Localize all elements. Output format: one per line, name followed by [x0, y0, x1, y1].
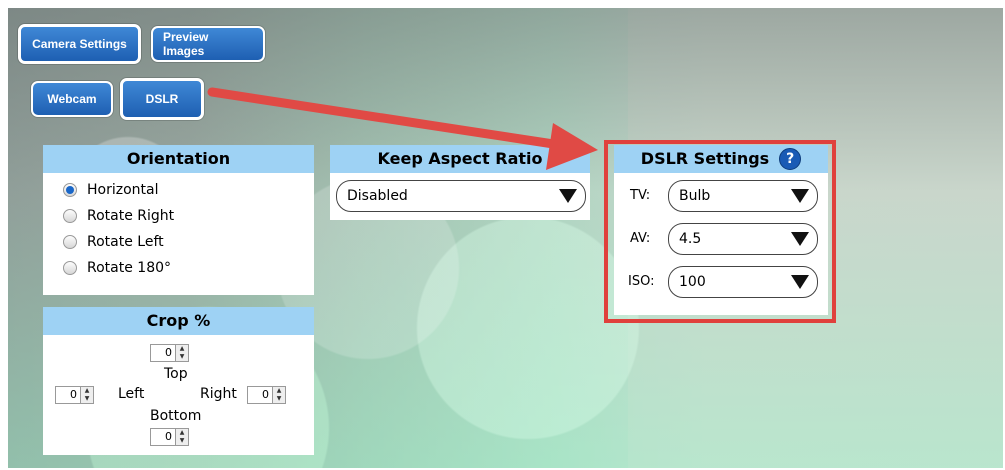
annotation-arrow	[207, 87, 598, 170]
arrow-head-icon	[546, 123, 598, 170]
arrow-shaft	[207, 87, 565, 150]
